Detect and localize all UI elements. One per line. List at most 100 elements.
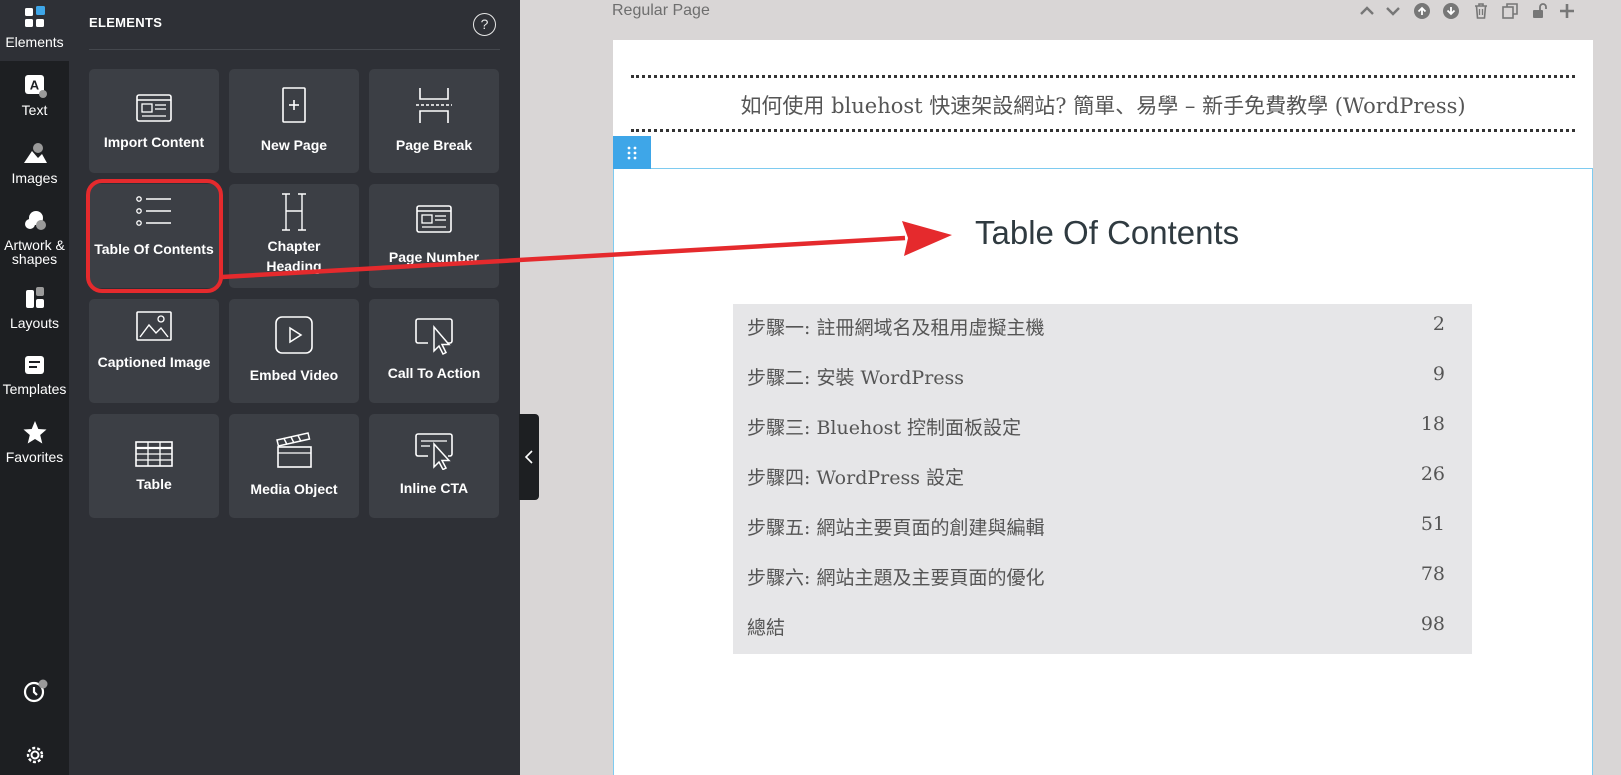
annotation-highlight (86, 179, 223, 293)
rail-item-layouts[interactable]: Layouts (0, 286, 69, 331)
history-icon (23, 679, 47, 703)
tile-chapter-heading[interactable]: Chapter Heading (229, 184, 359, 288)
toc-entry[interactable]: 步驟三: Bluehost 控制面板設定 18 (747, 413, 1445, 443)
clapperboard-icon (276, 432, 312, 468)
toc-entry-name: 步驟一: 註冊網域名及租用虛擬主機 (747, 317, 1045, 339)
tile-page-break[interactable]: Page Break (369, 69, 499, 173)
duplicate-icon[interactable] (1501, 2, 1519, 20)
tile-label: Import Content (103, 134, 205, 150)
rail-item-favorites[interactable]: Favorites (0, 420, 69, 465)
artwork-shapes-icon (24, 211, 46, 230)
toc-entry-name: 總結 (747, 617, 786, 639)
templates-icon (24, 356, 44, 374)
toc-entry-page: 18 (1420, 413, 1445, 435)
import-content-icon (136, 94, 172, 122)
images-icon (23, 143, 47, 163)
captioned-image-icon (136, 311, 172, 341)
tile-label: Page Number (388, 249, 480, 265)
move-top-icon[interactable] (1413, 2, 1431, 20)
rail-item-label: Images (11, 170, 58, 186)
page-break-icon (416, 88, 452, 123)
rail-item-templates[interactable]: Templates (0, 352, 69, 397)
toc-entry-page: 26 (1420, 463, 1445, 485)
rail-item-label: Favorites (5, 449, 64, 465)
tile-label: Table (136, 476, 172, 492)
inline-cta-icon (415, 433, 453, 470)
toc-entry-page: 98 (1420, 613, 1445, 635)
toc-entry-name: 步驟二: 安裝 WordPress (747, 367, 965, 389)
help-button[interactable]: ? (473, 13, 496, 36)
unlock-icon[interactable] (1530, 2, 1548, 20)
rail-item-label: Artwork & shapes (4, 237, 65, 267)
table-icon (135, 441, 173, 467)
chevron-up-icon[interactable] (1358, 2, 1376, 20)
toc-entry-page: 9 (1432, 363, 1445, 385)
elements-icon (24, 6, 45, 27)
tile-table[interactable]: Table (89, 414, 219, 518)
drag-handle[interactable] (613, 136, 651, 169)
rail-item-label: Layouts (9, 315, 60, 331)
rail-item-label: Elements (5, 34, 64, 50)
history-button[interactable] (0, 678, 69, 708)
toc-entry-page: 51 (1420, 513, 1445, 535)
trash-icon[interactable] (1472, 2, 1490, 20)
plus-icon[interactable] (1558, 2, 1576, 20)
rail-item-label: Templates (2, 381, 67, 397)
toc-entry-page: 2 (1432, 313, 1445, 335)
page-type-label: Regular Page (612, 2, 710, 19)
tile-label: Embed Video (249, 367, 339, 383)
move-bottom-icon[interactable] (1442, 2, 1460, 20)
page-number-icon (416, 205, 452, 233)
svg-text:A: A (29, 78, 39, 93)
tile-label: Chapter Heading (266, 238, 322, 274)
tile-call-to-action[interactable]: Call To Action (369, 299, 499, 403)
toc-entry-name: 步驟四: WordPress 設定 (747, 467, 965, 489)
toc-list[interactable]: 步驟一: 註冊網域名及租用虛擬主機 2 步驟二: 安裝 WordPress 9 … (733, 304, 1472, 654)
panel-title: ELEMENTS (89, 15, 163, 30)
page-header-text[interactable]: 如何使用 bluehost 快速架設網站? 簡單、易學 – 新手免費教學 (Wo… (613, 90, 1593, 120)
rail-item-text[interactable]: A Text (0, 73, 69, 118)
toc-entry[interactable]: 步驟五: 網站主要頁面的創建與編輯 51 (747, 513, 1445, 543)
tile-label: Page Break (395, 137, 473, 153)
rail-item-artwork[interactable]: Artwork & shapes (0, 208, 69, 266)
toc-entry[interactable]: 步驟四: WordPress 設定 26 (747, 463, 1445, 493)
layouts-icon (25, 287, 44, 308)
header-rule-bottom (631, 129, 1575, 132)
collapse-panel-button[interactable] (519, 414, 539, 500)
toc-entry-name: 步驟五: 網站主要頁面的創建與編輯 (747, 517, 1045, 539)
elements-panel: ELEMENTS ? Import Content New Page Page … (69, 0, 520, 775)
rail-item-elements[interactable]: Elements (0, 5, 69, 50)
settings-button[interactable] (0, 742, 69, 772)
tile-import-content[interactable]: Import Content (89, 69, 219, 173)
heading-icon (282, 193, 306, 231)
tile-label: Media Object (250, 481, 338, 497)
toc-entry[interactable]: 步驟二: 安裝 WordPress 9 (747, 363, 1445, 393)
tile-label: Inline CTA (399, 480, 469, 496)
star-icon (23, 421, 46, 444)
panel-divider (89, 49, 500, 50)
header-rule-top (631, 75, 1575, 78)
cursor-click-icon (415, 318, 453, 355)
toc-entry[interactable]: 步驟一: 註冊網域名及租用虛擬主機 2 (747, 313, 1445, 343)
toc-entry-page: 78 (1420, 563, 1445, 585)
tile-inline-cta[interactable]: Inline CTA (369, 414, 499, 518)
play-video-icon (275, 316, 313, 354)
tile-page-number[interactable]: Page Number (369, 184, 499, 288)
text-icon: A (24, 75, 47, 98)
toc-title[interactable]: Table Of Contents (975, 214, 1239, 252)
tile-embed-video[interactable]: Embed Video (229, 299, 359, 403)
tile-label: Captioned Image (97, 354, 211, 370)
tile-label: Call To Action (387, 365, 481, 381)
tile-label-clip: Chapter Heading (229, 236, 359, 274)
toc-entry-name: 步驟六: 網站主題及主要頁面的優化 (747, 567, 1045, 589)
chevron-down-icon[interactable] (1384, 2, 1402, 20)
tile-new-page[interactable]: New Page (229, 69, 359, 173)
gear-icon (26, 746, 43, 764)
toc-entry[interactable]: 步驟六: 網站主題及主要頁面的優化 78 (747, 563, 1445, 593)
left-rail: Elements A Text Images Artwork & shapes (0, 0, 69, 775)
toc-entry[interactable]: 總結 98 (747, 613, 1445, 643)
rail-item-label: Text (21, 102, 48, 118)
rail-item-images[interactable]: Images (0, 141, 69, 186)
tile-media-object[interactable]: Media Object (229, 414, 359, 518)
tile-captioned-image[interactable]: Captioned Image (89, 299, 219, 403)
